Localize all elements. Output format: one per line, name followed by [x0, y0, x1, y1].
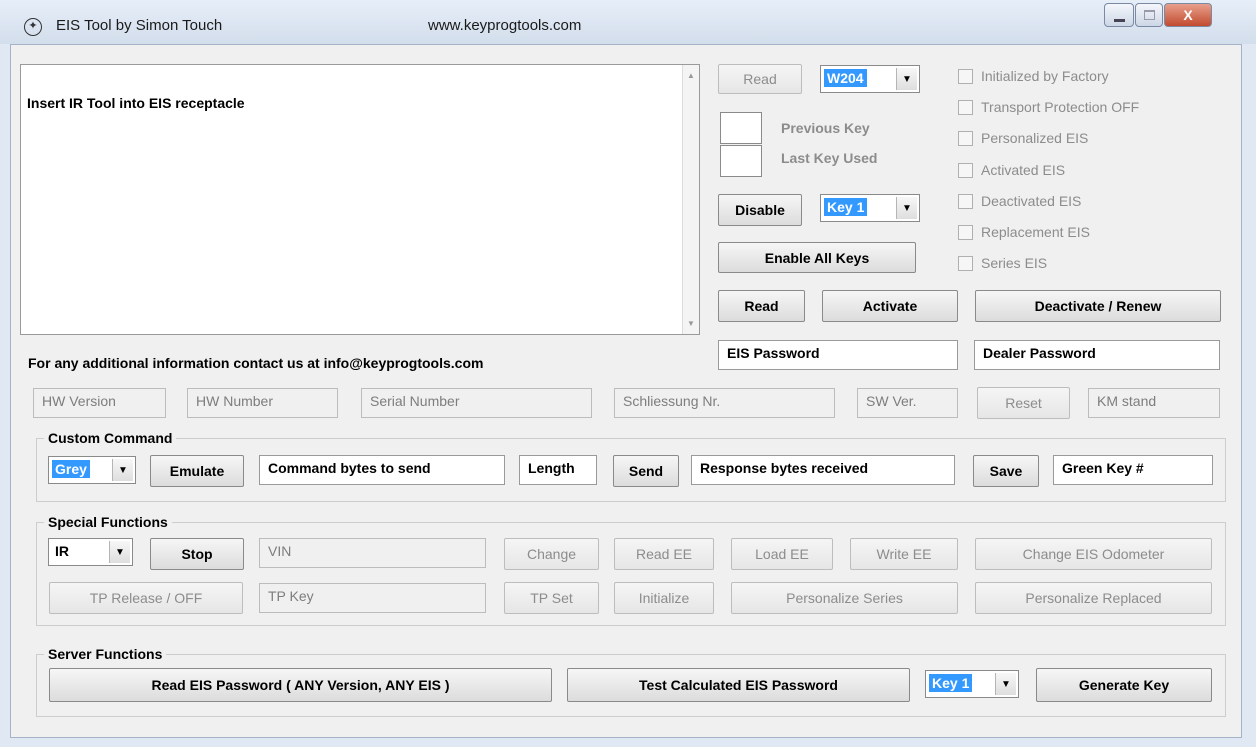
minimize-button[interactable]: [1104, 3, 1134, 27]
send-button[interactable]: Send: [613, 455, 679, 487]
log-scrollbar[interactable]: ▲ ▼: [682, 65, 699, 334]
response-bytes-field[interactable]: Response bytes received: [691, 455, 955, 485]
scroll-up-icon: ▲: [687, 71, 695, 80]
checkbox-icon: [958, 68, 973, 84]
log-output[interactable]: Insert IR Tool into EIS receptacle ▲ ▼: [20, 64, 700, 335]
initialize-button[interactable]: Initialize: [614, 582, 714, 614]
chevron-down-icon: ▼: [896, 68, 917, 90]
app-logo-icon: ✦: [24, 18, 42, 36]
deactivate-renew-button[interactable]: Deactivate / Renew: [975, 290, 1221, 322]
previous-key-label: Previous Key: [781, 120, 870, 136]
tp-set-button[interactable]: TP Set: [504, 582, 599, 614]
vin-field[interactable]: VIN: [259, 538, 486, 568]
generate-key-button[interactable]: Generate Key: [1036, 668, 1212, 702]
green-key-field[interactable]: Green Key #: [1053, 455, 1213, 485]
checkbox-icon: [958, 193, 973, 209]
personalize-replaced-button[interactable]: Personalize Replaced: [975, 582, 1212, 614]
change-eis-odometer-button[interactable]: Change EIS Odometer: [975, 538, 1212, 570]
tp-key-field[interactable]: TP Key: [259, 583, 486, 613]
tp-release-button[interactable]: TP Release / OFF: [49, 582, 243, 614]
status-personalized: Personalized EIS: [958, 130, 1088, 146]
chevron-down-icon: ▼: [995, 673, 1016, 695]
read-button[interactable]: Read: [718, 290, 805, 322]
status-initialized-factory: Initialized by Factory: [958, 68, 1109, 84]
checkbox-icon: [958, 255, 973, 271]
status-replacement: Replacement EIS: [958, 224, 1090, 240]
custom-command-title: Custom Command: [44, 430, 177, 446]
chevron-down-icon: ▼: [896, 197, 917, 219]
chevron-down-icon: ▼: [109, 541, 130, 563]
test-calculated-password-button[interactable]: Test Calculated EIS Password: [567, 668, 910, 702]
reset-button[interactable]: Reset: [977, 387, 1070, 419]
color-select[interactable]: Grey ▼: [48, 456, 136, 484]
personalize-series-button[interactable]: Personalize Series: [731, 582, 958, 614]
checkbox-icon: [958, 99, 973, 115]
last-key-used-label: Last Key Used: [781, 150, 878, 166]
log-text: Insert IR Tool into EIS receptacle: [27, 95, 245, 111]
read-button-top[interactable]: Read: [718, 64, 802, 94]
status-series: Series EIS: [958, 255, 1047, 271]
read-eis-password-button[interactable]: Read EIS Password ( ANY Version, ANY EIS…: [49, 668, 552, 702]
checkbox-icon: [958, 224, 973, 240]
length-field[interactable]: Length: [519, 455, 597, 485]
key-select-value: Key 1: [824, 198, 868, 216]
window-title: EIS Tool by Simon Touch: [56, 17, 223, 34]
window-url: www.keyprogtools.com: [428, 17, 582, 34]
checkbox-icon: [958, 162, 973, 178]
chevron-down-icon: ▼: [112, 459, 133, 481]
checkbox-icon: [958, 130, 973, 146]
scroll-down-icon: ▼: [687, 319, 695, 328]
color-select-value: Grey: [52, 460, 90, 478]
contact-info: For any additional information contact u…: [28, 355, 484, 371]
server-key-select-value: Key 1: [929, 674, 973, 692]
disable-button[interactable]: Disable: [718, 194, 802, 226]
dealer-password-field[interactable]: Dealer Password: [974, 340, 1220, 370]
maximize-button[interactable]: [1135, 3, 1163, 27]
key-select[interactable]: Key 1 ▼: [820, 194, 920, 222]
maximize-icon: [1144, 10, 1155, 20]
close-icon: X: [1183, 7, 1193, 23]
special-functions-title: Special Functions: [44, 514, 172, 530]
eis-password-field[interactable]: EIS Password: [718, 340, 958, 370]
km-stand-field: KM stand: [1088, 388, 1220, 418]
model-select[interactable]: W204 ▼: [820, 65, 920, 93]
serial-number-field: Serial Number: [361, 388, 592, 418]
status-deactivated: Deactivated EIS: [958, 193, 1081, 209]
emulate-button[interactable]: Emulate: [150, 455, 244, 487]
schliessung-field: Schliessung Nr.: [614, 388, 835, 418]
status-transport-protection: Transport Protection OFF: [958, 99, 1139, 115]
stop-button[interactable]: Stop: [150, 538, 244, 570]
status-activated: Activated EIS: [958, 162, 1065, 178]
last-key-used-box: [720, 145, 762, 177]
close-button[interactable]: X: [1164, 3, 1212, 27]
hw-version-field: HW Version: [33, 388, 166, 418]
change-button[interactable]: Change: [504, 538, 599, 570]
load-ee-button[interactable]: Load EE: [731, 538, 833, 570]
minimize-icon: [1114, 19, 1125, 22]
server-functions-title: Server Functions: [44, 646, 167, 662]
server-key-select[interactable]: Key 1 ▼: [925, 670, 1019, 698]
sw-version-field: SW Ver.: [857, 388, 958, 418]
enable-all-keys-button[interactable]: Enable All Keys: [718, 242, 916, 273]
model-select-value: W204: [824, 69, 867, 87]
activate-button[interactable]: Activate: [822, 290, 958, 322]
write-ee-button[interactable]: Write EE: [850, 538, 958, 570]
previous-key-box: [720, 112, 762, 144]
command-bytes-field[interactable]: Command bytes to send: [259, 455, 505, 485]
read-ee-button[interactable]: Read EE: [614, 538, 714, 570]
mode-select-value: IR: [55, 543, 69, 559]
save-button[interactable]: Save: [973, 455, 1039, 487]
hw-number-field: HW Number: [187, 388, 338, 418]
title-bar: ✦ EIS Tool by Simon Touch www.keyprogtoo…: [0, 0, 1256, 44]
mode-select[interactable]: IR ▼: [48, 538, 133, 566]
